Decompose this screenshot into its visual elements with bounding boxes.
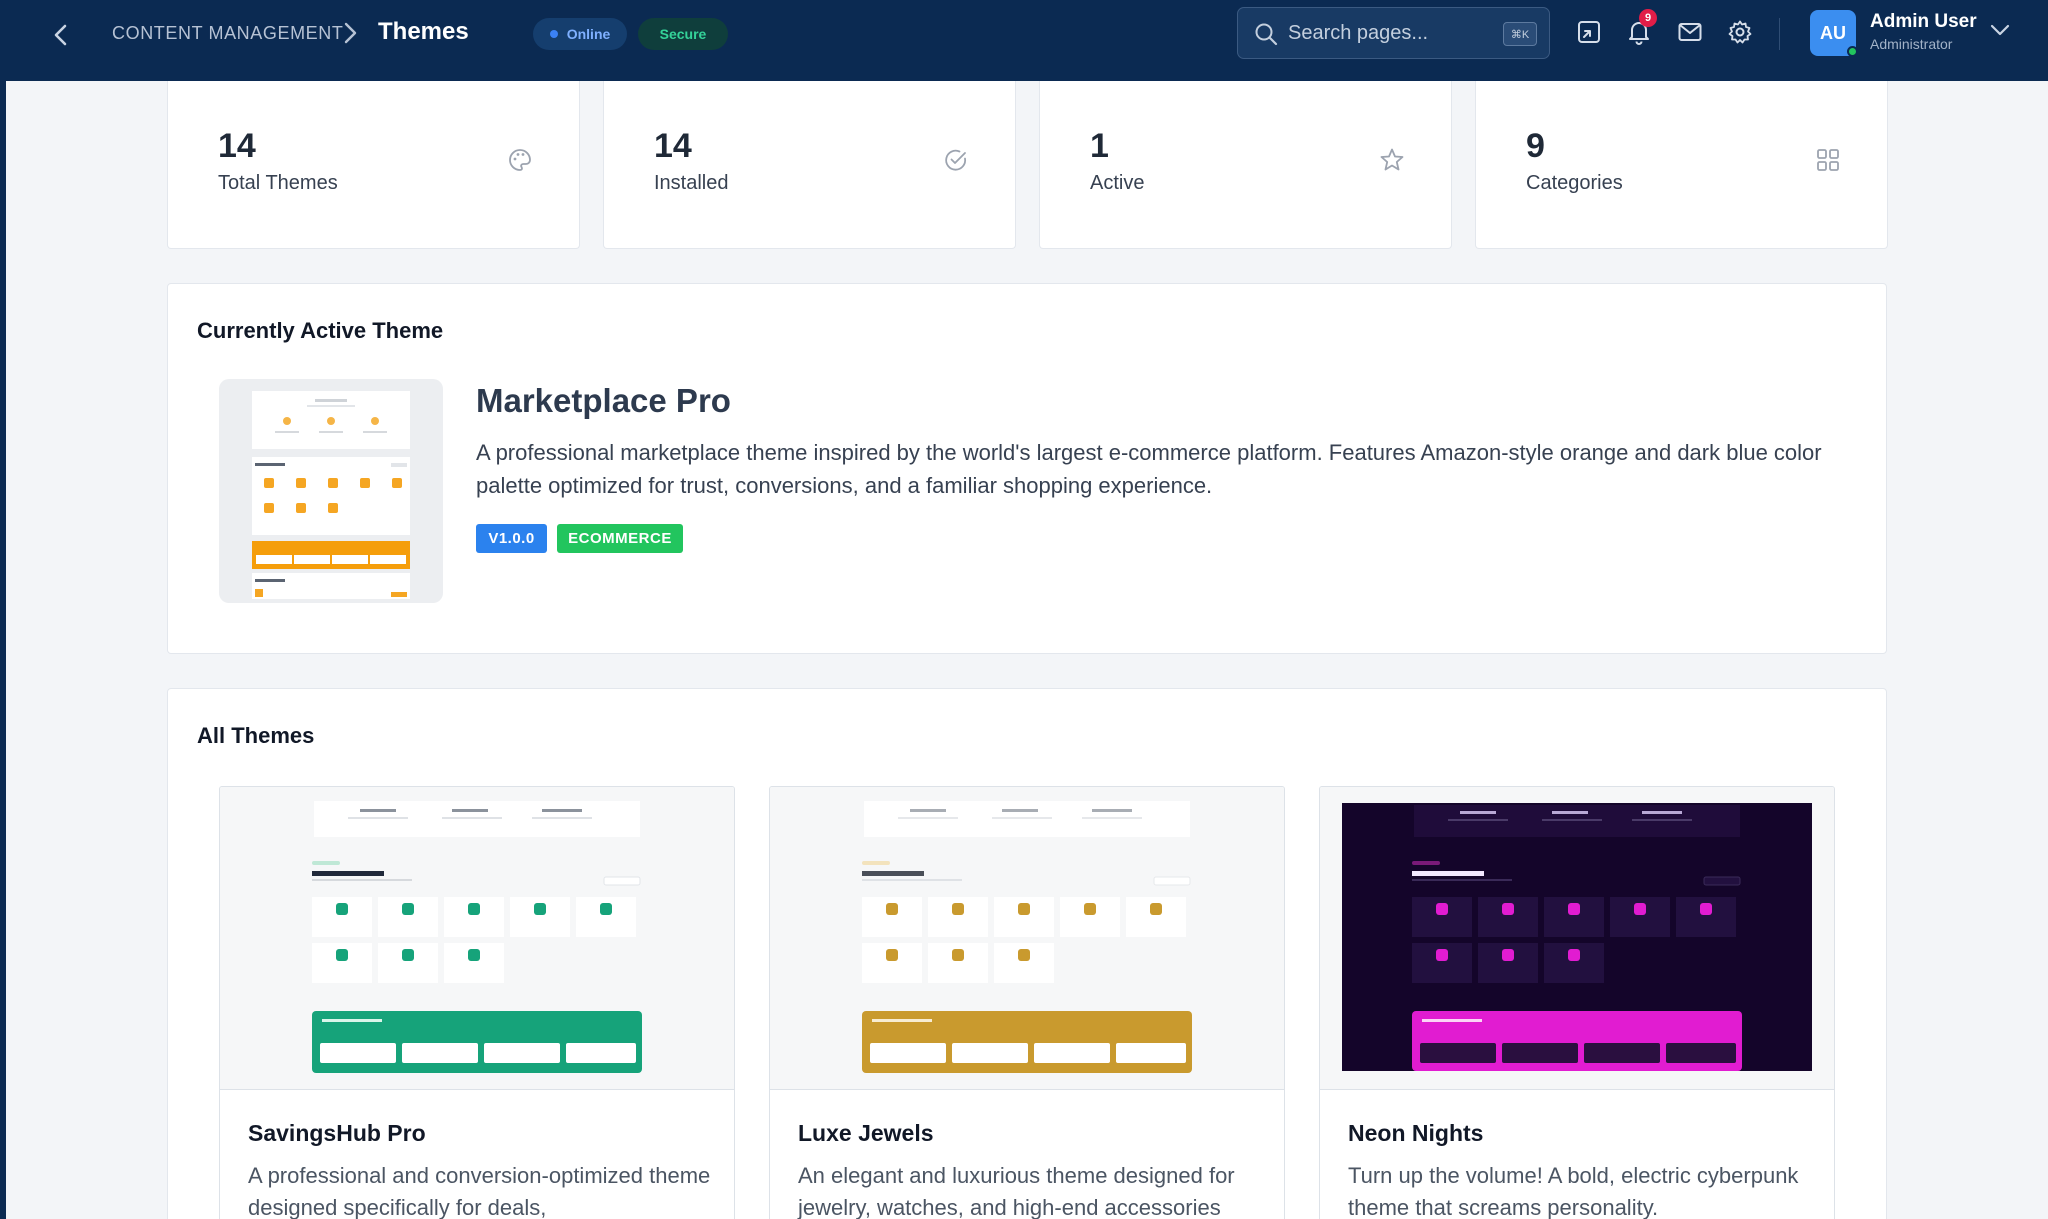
theme-name: Neon Nights xyxy=(1348,1120,1484,1146)
theme-description: Turn up the volume! A bold, electric cyb… xyxy=(1348,1163,1799,1219)
exit-fullscreen-button[interactable] xyxy=(1572,15,1606,49)
active-theme-thumbnail[interactable] xyxy=(219,379,443,603)
grid-icon xyxy=(1817,149,1839,171)
status-secure-label: Secure xyxy=(659,26,707,42)
active-theme-name: Marketplace Pro xyxy=(476,382,731,419)
stat-card-active: 1 Active xyxy=(1039,81,1452,249)
chevron-right-icon xyxy=(340,20,360,51)
page-title: Themes xyxy=(378,18,469,45)
theme-name: SavingsHub Pro xyxy=(248,1120,426,1146)
settings-button[interactable] xyxy=(1723,15,1757,49)
online-status-dot xyxy=(1847,46,1858,57)
messages-button[interactable] xyxy=(1673,15,1707,49)
status-badge-secure: Secure xyxy=(638,18,728,50)
stat-label: Categories xyxy=(1526,172,1623,194)
exit-fullscreen-icon xyxy=(1578,21,1600,43)
search-input[interactable] xyxy=(1288,20,1488,46)
status-online-label: Online xyxy=(566,26,611,42)
stat-card-total: 14 Total Themes xyxy=(167,81,580,249)
active-theme-panel: Currently Active Theme Marketplace Pro A… xyxy=(167,283,1887,654)
section-title: All Themes xyxy=(197,723,315,748)
header-divider xyxy=(1779,18,1780,50)
user-role: Administrator xyxy=(1870,36,1953,52)
stat-value: 1 xyxy=(1090,127,1109,165)
theme-card-neon-nights[interactable]: Neon Nights Turn up the volume! A bold, … xyxy=(1319,786,1835,1219)
gear-icon xyxy=(1728,20,1752,44)
star-icon xyxy=(1380,148,1404,171)
user-name[interactable]: Admin User xyxy=(1870,11,1977,33)
breadcrumb-parent[interactable]: CONTENT MANAGEMENT xyxy=(112,23,343,44)
theme-description: An elegant and luxurious theme designed … xyxy=(798,1163,1235,1219)
stat-label: Installed xyxy=(654,172,729,194)
section-title: Currently Active Theme xyxy=(197,318,444,343)
theme-preview xyxy=(770,787,1284,1090)
stat-card-categories: 9 Categories xyxy=(1475,81,1888,249)
theme-preview xyxy=(220,787,734,1090)
check-circle-icon xyxy=(945,149,967,171)
theme-card-luxe-jewels[interactable]: Luxe Jewels An elegant and luxurious the… xyxy=(769,786,1285,1219)
search-box[interactable]: ⌘K xyxy=(1237,7,1550,59)
theme-card-savingshub[interactable]: SavingsHub Pro A professional and conver… xyxy=(219,786,735,1219)
version-badge: V1.0.0 xyxy=(476,524,547,553)
category-badge: ECOMMERCE xyxy=(557,524,683,553)
theme-name: Luxe Jewels xyxy=(798,1120,934,1146)
stat-card-installed: 14 Installed xyxy=(603,81,1016,249)
stat-label: Total Themes xyxy=(218,172,338,194)
active-theme-description: A professional marketplace theme inspire… xyxy=(476,440,1822,498)
online-dot-icon xyxy=(549,30,558,38)
search-icon xyxy=(1255,23,1278,46)
chevron-down-icon[interactable] xyxy=(1988,18,2012,47)
stat-value: 14 xyxy=(218,127,256,165)
all-themes-panel: All Themes SavingsHub Pro A professional… xyxy=(167,688,1887,1219)
back-chevron-icon xyxy=(54,24,67,46)
stat-value: 14 xyxy=(654,127,692,165)
top-header: CONTENT MANAGEMENT Themes Online Secure … xyxy=(0,0,2048,81)
search-shortcut-hint: ⌘K xyxy=(1503,22,1537,46)
stat-value: 9 xyxy=(1526,127,1545,165)
notification-count-badge: 9 xyxy=(1639,9,1657,27)
sidebar-edge xyxy=(0,81,6,1219)
theme-preview xyxy=(1320,787,1834,1090)
status-badge-online: Online xyxy=(533,18,627,50)
stat-label: Active xyxy=(1090,172,1145,194)
theme-description: A professional and conversion-optimized … xyxy=(248,1163,711,1219)
back-button[interactable] xyxy=(44,18,78,52)
palette-icon xyxy=(509,149,531,171)
mail-icon xyxy=(1678,23,1702,41)
